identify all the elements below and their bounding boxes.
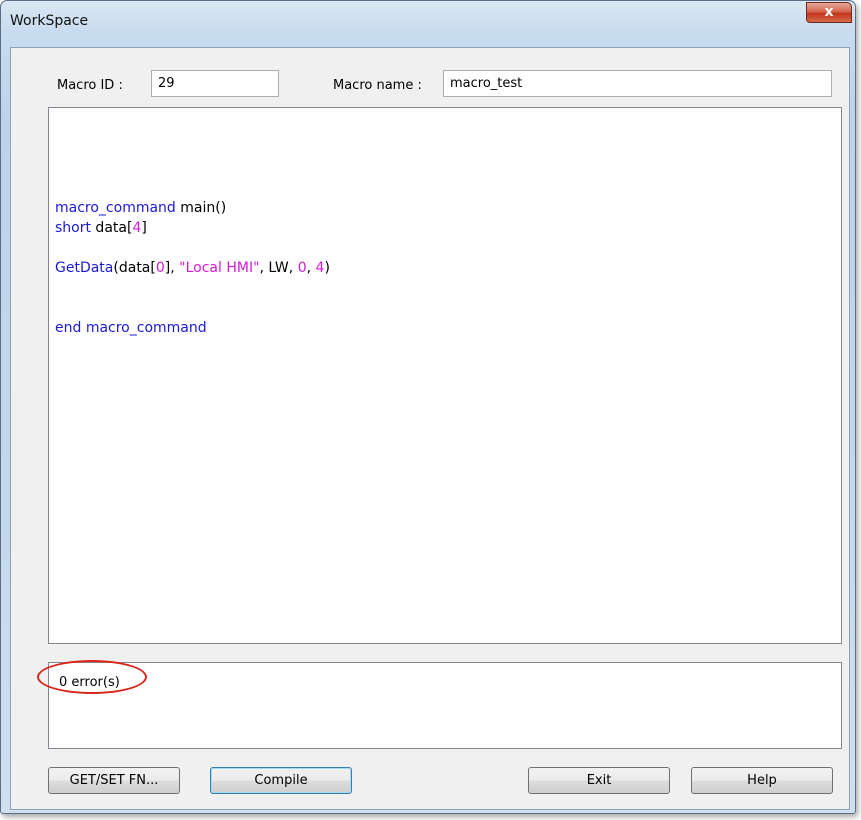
- code-token: GetData: [55, 260, 114, 276]
- close-icon: x: [824, 4, 834, 20]
- code-editor[interactable]: macro_command main() short data[4] GetData…: [48, 107, 842, 644]
- window-title: WorkSpace: [10, 13, 89, 29]
- code-token: main(): [175, 200, 227, 216]
- exit-button[interactable]: Exit: [528, 767, 670, 794]
- help-button[interactable]: Help: [691, 767, 833, 794]
- macro-name-label: Macro name :: [333, 78, 422, 93]
- code-line: end macro_command: [55, 318, 330, 338]
- code-token: data[: [90, 220, 133, 236]
- code-token: end macro_command: [55, 320, 207, 336]
- macro-name-field[interactable]: macro_test: [443, 70, 832, 97]
- get-set-fn-button[interactable]: GET/SET FN...: [48, 767, 180, 794]
- code-token: "Local HMI": [179, 260, 260, 276]
- code-token: ]: [141, 220, 147, 236]
- highlight-circle-annotation: [37, 660, 147, 694]
- code-token: (data[: [113, 260, 156, 276]
- macro-id-label: Macro ID :: [57, 78, 123, 93]
- code-token: 0: [155, 260, 165, 276]
- dialog-client-area: Macro ID : 29 Macro name : macro_test ma…: [10, 47, 850, 810]
- code-line: short data[4]: [55, 218, 330, 238]
- workspace-window: WorkSpace x Macro ID : 29 Macro name : m…: [0, 0, 856, 814]
- code-text: macro_command main() short data[4] GetData…: [55, 158, 330, 338]
- code-line: macro_command main(): [55, 198, 330, 218]
- code-token: ],: [164, 260, 180, 276]
- macro-id-field[interactable]: 29: [151, 70, 279, 97]
- code-token: macro_command: [55, 200, 176, 216]
- code-token: short: [55, 220, 91, 236]
- output-panel: 0 error(s): [37, 660, 842, 749]
- close-button[interactable]: x: [806, 2, 852, 23]
- code-token: 0: [297, 260, 307, 276]
- code-line: GetData(data[0], "Local HMI", LW, 0, 4): [55, 258, 330, 278]
- code-token: ): [324, 260, 330, 276]
- code-token: ,: [306, 260, 316, 276]
- compile-button[interactable]: Compile: [210, 767, 352, 794]
- code-token: , LW,: [259, 260, 298, 276]
